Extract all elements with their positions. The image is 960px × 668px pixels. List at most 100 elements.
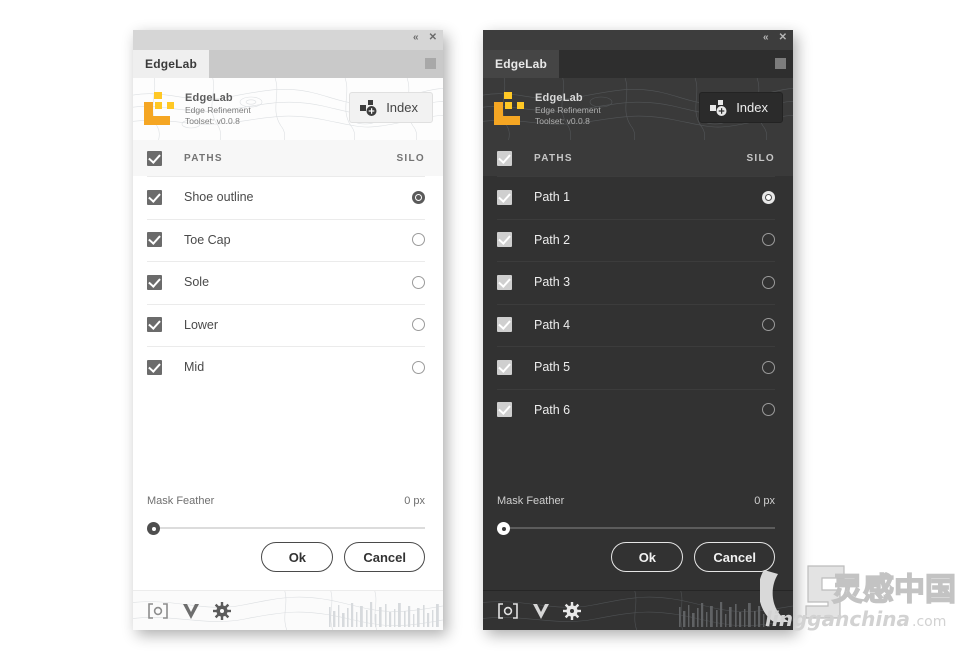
silo-radio[interactable] — [412, 233, 425, 247]
table-row[interactable]: Lower — [133, 303, 443, 347]
gear-icon[interactable] — [213, 601, 231, 620]
silo-radio[interactable] — [762, 360, 775, 374]
mask-feather-value: 0 px — [754, 495, 775, 507]
table-row[interactable]: Shoe outline — [133, 176, 443, 219]
table-row[interactable]: Path 3 — [483, 261, 793, 304]
row-label: Path 5 — [534, 360, 571, 375]
table-row[interactable]: Path 4 — [483, 303, 793, 347]
cancel-button[interactable]: Cancel — [694, 542, 775, 572]
table-row[interactable]: Path 1 — [483, 176, 793, 219]
slider-track — [155, 527, 425, 529]
cancel-button[interactable]: Cancel — [344, 542, 425, 572]
titlebar: « ✕ — [483, 30, 793, 50]
silo-radio[interactable] — [762, 190, 775, 204]
tab-edgelab[interactable]: EdgeLab — [133, 50, 210, 78]
silo-radio[interactable] — [412, 318, 425, 332]
edgelab-logo-icon — [494, 92, 524, 125]
brand-header: EdgeLab Edge Refinement Toolset: v0.0.8 … — [483, 78, 793, 140]
row-visibility-checkbox[interactable] — [147, 359, 162, 375]
silo-radio[interactable] — [762, 318, 775, 332]
row-visibility-checkbox[interactable] — [497, 274, 512, 290]
mask-feather-control: Mask Feather 0 px — [483, 495, 793, 536]
mask-feather-value: 0 px — [404, 495, 425, 507]
select-all-checkbox[interactable] — [497, 150, 512, 166]
mask-feather-control: Mask Feather 0 px — [133, 495, 443, 536]
add-node-icon — [360, 99, 377, 116]
table-row[interactable]: Sole — [133, 261, 443, 304]
edgelab-panel-light: « ✕ EdgeLab EdgeLab Edge Refinement Tool… — [133, 30, 443, 630]
bracket-target-icon[interactable] — [497, 602, 519, 620]
tab-label: EdgeLab — [495, 57, 548, 71]
table-row[interactable]: Toe Cap — [133, 218, 443, 262]
row-label: Mid — [184, 360, 205, 375]
index-button[interactable]: Index — [699, 92, 783, 123]
slider-handle[interactable] — [147, 522, 160, 535]
gear-icon[interactable] — [563, 601, 581, 620]
double-chevron-left-icon[interactable]: « — [413, 33, 419, 43]
row-label: Path 3 — [534, 275, 571, 290]
mask-feather-slider[interactable] — [497, 520, 775, 536]
table-row[interactable]: Path 6 — [483, 388, 793, 432]
row-visibility-checkbox[interactable] — [147, 189, 162, 205]
row-label: Path 4 — [534, 317, 571, 332]
table-row[interactable]: Path 5 — [483, 346, 793, 389]
silo-radio[interactable] — [412, 360, 425, 374]
tab-edgelab[interactable]: EdgeLab — [483, 50, 560, 78]
tab-strip: EdgeLab — [483, 50, 793, 78]
slider-handle[interactable] — [497, 522, 510, 535]
mask-feather-label: Mask Feather — [497, 495, 565, 507]
column-header-paths: PATHS — [184, 152, 223, 164]
close-icon[interactable]: ✕ — [779, 33, 787, 43]
tab-strip: EdgeLab — [133, 50, 443, 78]
silo-radio[interactable] — [412, 275, 425, 289]
row-visibility-checkbox[interactable] — [497, 317, 512, 333]
silo-radio[interactable] — [412, 190, 425, 204]
table-row[interactable]: Path 2 — [483, 218, 793, 262]
row-visibility-checkbox[interactable] — [497, 359, 512, 375]
window-controls: « ✕ — [413, 33, 437, 43]
add-node-icon — [710, 99, 727, 116]
row-label: Lower — [184, 317, 219, 332]
row-label: Path 2 — [534, 232, 571, 247]
ok-button[interactable]: Ok — [261, 542, 334, 572]
bracket-target-icon[interactable] — [147, 602, 169, 620]
mask-feather-labels: Mask Feather 0 px — [497, 495, 775, 507]
close-icon[interactable]: ✕ — [429, 33, 437, 43]
silo-radio[interactable] — [762, 403, 775, 417]
index-button[interactable]: Index — [349, 92, 433, 123]
paths-list: PATHS SILO Shoe outline Toe Cap Sole Low — [133, 140, 443, 495]
brand-subtitle-line2: Toolset: v0.0.8 — [535, 115, 590, 126]
silo-radio[interactable] — [762, 233, 775, 247]
row-visibility-checkbox[interactable] — [147, 274, 162, 290]
mask-feather-label: Mask Feather — [147, 495, 215, 507]
select-all-checkbox[interactable] — [147, 150, 162, 166]
row-label: Sole — [184, 275, 210, 290]
row-visibility-checkbox[interactable] — [497, 189, 512, 205]
v-logo-icon[interactable] — [531, 601, 551, 621]
brand-name: EdgeLab — [535, 91, 583, 104]
panel-menu-icon[interactable] — [425, 58, 436, 69]
v-logo-icon[interactable] — [181, 601, 201, 621]
watermark-cjk-text: 灵感中国 — [832, 572, 956, 608]
titlebar: « ✕ — [133, 30, 443, 50]
row-visibility-checkbox[interactable] — [147, 317, 162, 333]
ok-button[interactable]: Ok — [611, 542, 684, 572]
table-row[interactable]: Mid — [133, 346, 443, 389]
mask-feather-slider[interactable] — [147, 520, 425, 536]
screenshot-stage: « ✕ EdgeLab EdgeLab Edge Refinement Tool… — [0, 0, 960, 668]
brand-text: EdgeLab Edge Refinement Toolset: v0.0.8 — [185, 92, 251, 127]
panel-menu-icon[interactable] — [775, 58, 786, 69]
window-controls: « ✕ — [763, 33, 787, 43]
slider-track — [505, 527, 775, 529]
row-visibility-checkbox[interactable] — [147, 232, 162, 248]
edgelab-logo-icon — [144, 92, 174, 125]
row-label: Toe Cap — [184, 232, 231, 247]
row-visibility-checkbox[interactable] — [497, 402, 512, 418]
double-chevron-left-icon[interactable]: « — [763, 33, 769, 43]
row-visibility-checkbox[interactable] — [497, 232, 512, 248]
dialog-buttons: Ok Cancel — [133, 542, 443, 572]
toolbar-map-texture — [133, 591, 443, 630]
toolbar-map-texture — [483, 591, 793, 630]
silo-radio[interactable] — [762, 275, 775, 289]
column-header-silo: SILO — [746, 152, 775, 164]
